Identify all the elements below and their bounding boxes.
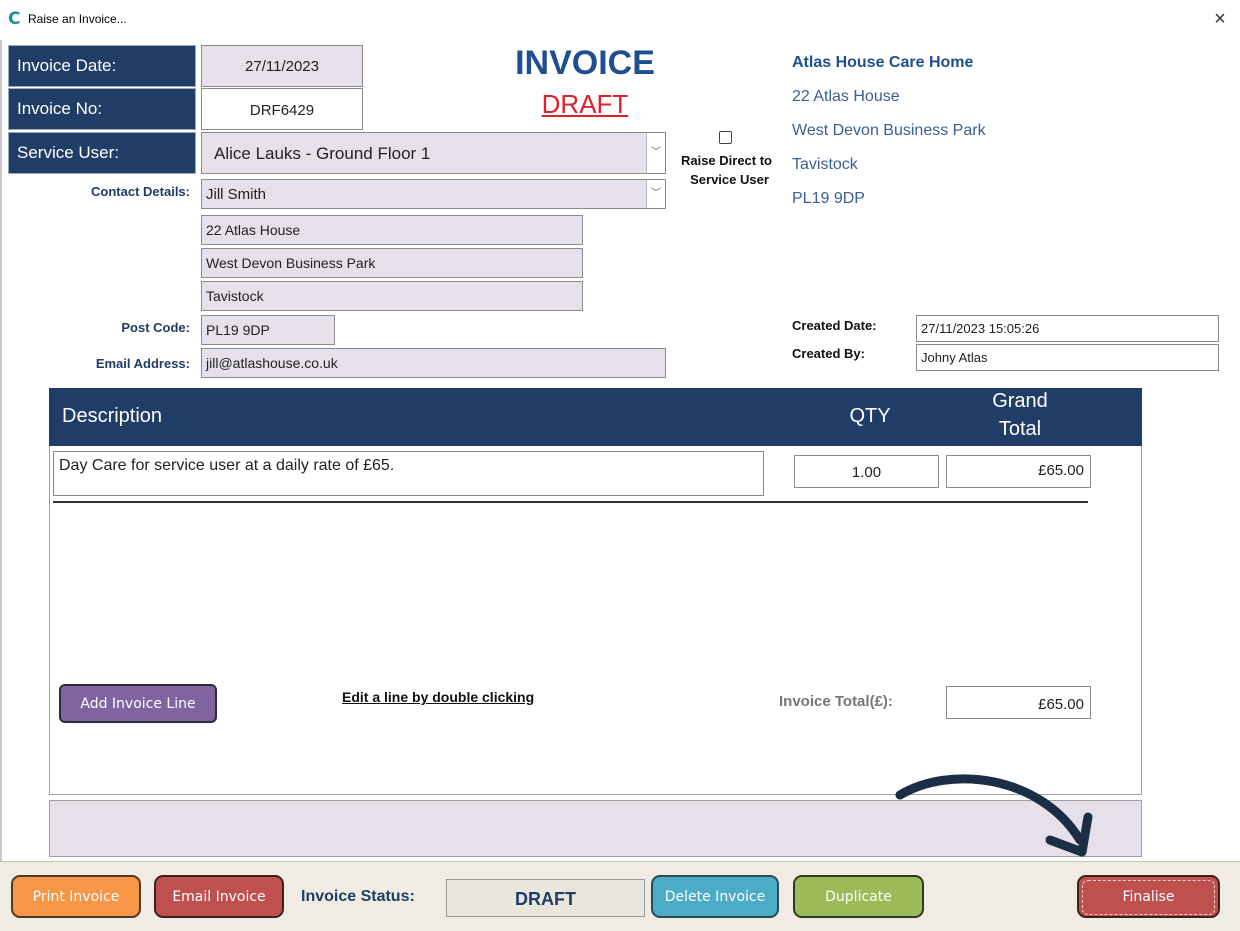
contact-details-label: Contact Details: <box>91 184 190 199</box>
delete-invoice-button[interactable]: Delete Invoice <box>651 875 779 918</box>
invoice-no-field[interactable]: DRF6429 <box>201 88 363 130</box>
contact-address1-field[interactable]: 22 Atlas House <box>201 215 583 245</box>
col-total-header-1: Grand <box>992 390 1048 412</box>
line-item-total[interactable]: £65.00 <box>946 455 1091 488</box>
service-user-label: Service User: <box>8 132 196 174</box>
arrow-annotation-icon <box>895 774 1093 857</box>
line-item-description[interactable]: Day Care for service user at a daily rat… <box>53 451 764 496</box>
service-user-select[interactable]: Alice Lauks - Ground Floor 1 ﹀ <box>201 132 666 174</box>
postcode-field[interactable]: PL19 9DP <box>201 315 335 345</box>
invoice-status-field: DRAFT <box>446 879 645 917</box>
company-address-line1: 22 Atlas House <box>792 88 900 105</box>
print-invoice-button[interactable]: Print Invoice <box>11 875 141 918</box>
company-address-line3: Tavistock <box>792 156 858 173</box>
contact-name-select[interactable]: Jill Smith ﹀ <box>201 179 666 209</box>
window-title: Raise an Invoice... <box>28 12 127 26</box>
invoice-no-label: Invoice No: <box>8 88 196 130</box>
email-invoice-button[interactable]: Email Invoice <box>154 875 284 918</box>
chevron-down-icon[interactable]: ﹀ <box>646 180 665 208</box>
edit-line-hint: Edit a line by double clicking <box>342 689 535 705</box>
col-description-header: Description <box>62 405 163 427</box>
contact-name-value: Jill Smith <box>206 186 267 203</box>
close-icon[interactable]: × <box>1206 5 1234 33</box>
created-date-label: Created Date: <box>792 318 877 333</box>
window-border <box>0 40 2 931</box>
email-address-field[interactable]: jill@atlashouse.co.uk <box>201 348 666 378</box>
created-by-field[interactable]: Johny Atlas <box>916 344 1219 371</box>
finalise-button[interactable]: Finalise <box>1077 875 1220 918</box>
chevron-down-icon[interactable]: ﹀ <box>646 133 665 173</box>
contact-address2-field[interactable]: West Devon Business Park <box>201 248 583 278</box>
invoice-lines-panel <box>49 388 1142 795</box>
finalise-button-label: Finalise <box>1082 880 1215 915</box>
created-by-label: Created By: <box>792 346 865 361</box>
raise-direct-checkbox[interactable] <box>719 131 732 144</box>
company-name: Atlas House Care Home <box>792 54 974 71</box>
duplicate-button[interactable]: Duplicate <box>793 875 924 918</box>
invoice-date-label: Invoice Date: <box>8 45 196 87</box>
col-qty-header: QTY <box>849 405 891 427</box>
created-date-field[interactable]: 27/11/2023 15:05:26 <box>916 315 1219 342</box>
col-total-header-2: Total <box>998 418 1042 440</box>
service-user-value: Alice Lauks - Ground Floor 1 <box>214 144 431 163</box>
company-address-line2: West Devon Business Park <box>792 122 986 139</box>
company-postcode: PL19 9DP <box>792 190 865 207</box>
line-item-qty[interactable]: 1.00 <box>794 455 939 488</box>
postcode-label: Post Code: <box>121 320 190 335</box>
invoice-total-label: Invoice Total(£): <box>779 693 893 710</box>
raise-direct-label-1: Raise Direct to <box>680 153 773 168</box>
app-logo-icon: C <box>8 9 21 29</box>
invoice-total-field[interactable]: £65.00 <box>946 686 1091 719</box>
email-address-label: Email Address: <box>95 356 190 371</box>
invoice-date-field[interactable]: 27/11/2023 <box>201 45 363 87</box>
title-bar <box>0 0 1240 40</box>
invoice-status-label: Invoice Status: <box>301 888 415 905</box>
invoice-title: INVOICE <box>515 44 655 82</box>
raise-direct-label-2: Service User <box>690 172 769 187</box>
line-separator <box>53 501 1088 503</box>
contact-address3-field[interactable]: Tavistock <box>201 281 583 311</box>
draft-status-title: DRAFT <box>541 89 629 119</box>
add-invoice-line-button[interactable]: Add Invoice Line <box>59 684 217 723</box>
